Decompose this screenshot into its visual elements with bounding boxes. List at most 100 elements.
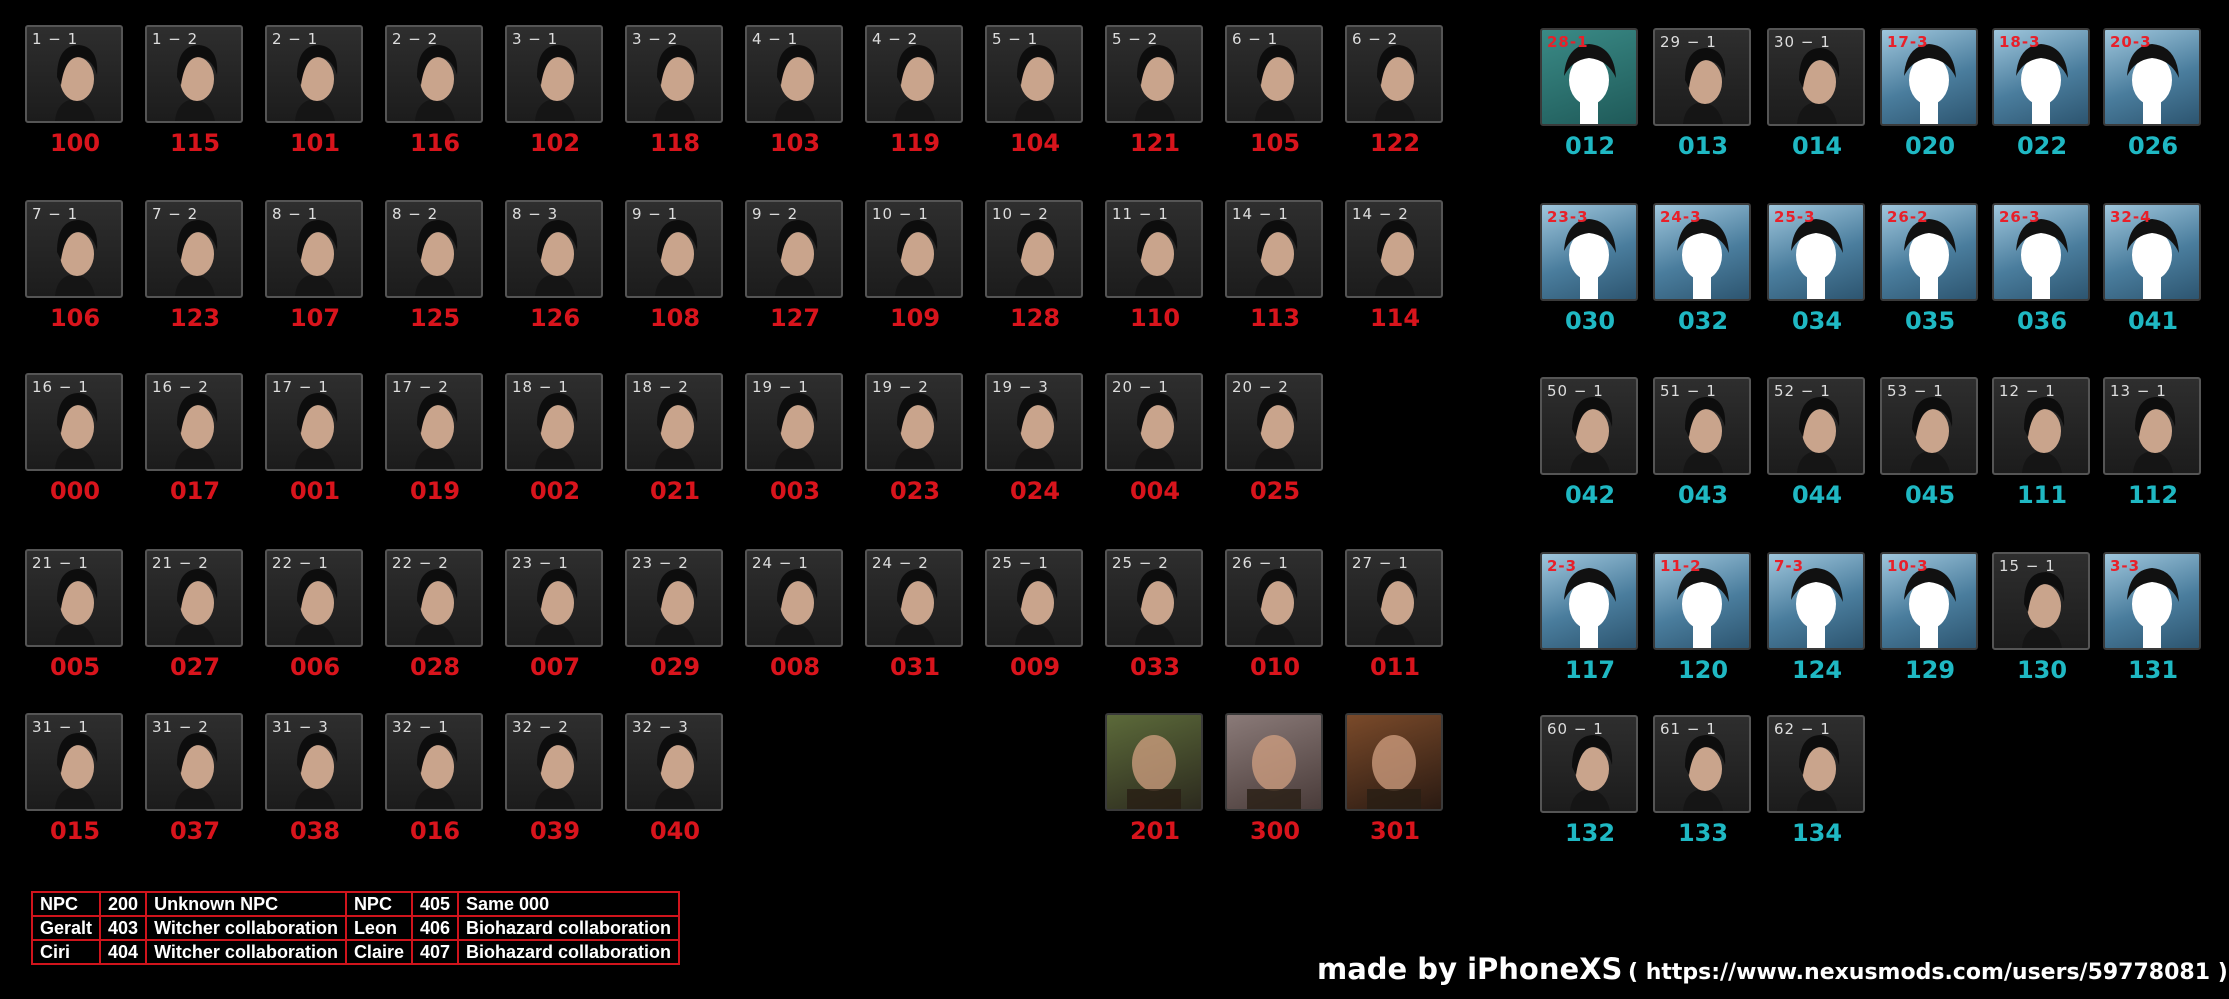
hairstyle-item: 3-3 131 — [2103, 552, 2203, 684]
hairstyle-thumbnail: 21 − 2 — [145, 549, 243, 647]
hairstyle-tag: 5 − 1 — [992, 30, 1039, 48]
hairstyle-code: 003 — [769, 477, 821, 505]
hairstyle-item: 25 − 1 009 — [985, 549, 1085, 681]
hairstyle-code: 121 — [1129, 129, 1181, 157]
table-row: Geralt 403 Witcher collaboration Leon 406 Bio… — [30, 915, 681, 941]
hairstyle-thumbnail: 26 − 1 — [1225, 549, 1323, 647]
hairstyle-item: 3 − 2 118 — [625, 25, 725, 157]
hairstyle-item: 6 − 1 105 — [1225, 25, 1325, 157]
hairstyle-thumbnail: 60 − 1 — [1540, 715, 1638, 813]
credit-author: made by iPhoneXS — [1317, 952, 1623, 986]
hairstyle-code: 006 — [289, 653, 341, 681]
hairstyle-code: 127 — [769, 304, 821, 332]
hairstyle-thumbnail: 6 − 2 — [1345, 25, 1443, 123]
table-cell: Biohazard collaboration — [457, 939, 681, 965]
hairstyle-code: 115 — [169, 129, 221, 157]
hairstyle-thumbnail: 32 − 1 — [385, 713, 483, 811]
hairstyle-tag: 12 − 1 — [1999, 382, 2056, 400]
hairstyle-tag: 20 − 2 — [1232, 378, 1289, 396]
hairstyle-code: 120 — [1677, 656, 1729, 684]
hairstyle-item: 18-3 022 — [1992, 28, 2092, 160]
hairstyle-item: 32 − 3 040 — [625, 713, 725, 845]
table-cell: 406 — [410, 915, 460, 941]
hairstyle-code: 103 — [769, 129, 821, 157]
hairstyle-item: 32-4 041 — [2103, 203, 2203, 335]
hairstyle-tag: 19 − 1 — [752, 378, 809, 396]
hairstyle-code: 012 — [1564, 132, 1616, 160]
hairstyle-item: 23 − 2 029 — [625, 549, 725, 681]
hairstyle-item: 300 — [1225, 713, 1325, 845]
hairstyle-item: 9 − 2 127 — [745, 200, 845, 332]
hairstyle-tag: 2 − 1 — [272, 30, 319, 48]
hairstyle-code: 044 — [1791, 481, 1843, 509]
hairstyle-thumbnail: 31 − 3 — [265, 713, 363, 811]
hairstyle-item: 10-3 129 — [1880, 552, 1980, 684]
hairstyle-code: 107 — [289, 304, 341, 332]
hairstyle-code: 039 — [529, 817, 581, 845]
hairstyle-code: 002 — [529, 477, 581, 505]
hairstyle-code: 132 — [1564, 819, 1616, 847]
hairstyle-tag: 15 − 1 — [1999, 557, 2056, 575]
hairstyle-thumbnail — [1345, 713, 1443, 811]
hairstyle-code: 026 — [2127, 132, 2179, 160]
hairstyle-tag: 10 − 2 — [992, 205, 1049, 223]
hairstyle-item: 4 − 1 103 — [745, 25, 845, 157]
hairstyle-code: 134 — [1791, 819, 1843, 847]
hairstyle-item: 18 − 2 021 — [625, 373, 725, 505]
hairstyle-tag: 17 − 1 — [272, 378, 329, 396]
hairstyle-thumbnail: 11 − 1 — [1105, 200, 1203, 298]
hairstyle-code: 113 — [1249, 304, 1301, 332]
hairstyle-item: 7-3 124 — [1767, 552, 1867, 684]
hairstyle-item: 201 — [1105, 713, 1205, 845]
hairstyle-item: 23 − 1 007 — [505, 549, 605, 681]
hairstyle-item: 20 − 1 004 — [1105, 373, 1205, 505]
hairstyle-thumbnail: 10 − 1 — [865, 200, 963, 298]
hairstyle-code: 010 — [1249, 653, 1301, 681]
hairstyle-thumbnail: 23-3 — [1540, 203, 1638, 301]
hairstyle-item: 13 − 1 112 — [2103, 377, 2203, 509]
table-cell: Unknown NPC — [145, 891, 347, 917]
hairstyle-tag: 10-3 — [1887, 557, 1929, 575]
hairstyle-tag: 21 − 2 — [152, 554, 209, 572]
hairstyle-code: 129 — [1904, 656, 1956, 684]
hairstyle-code: 133 — [1677, 819, 1729, 847]
hairstyle-item: 7 − 2 123 — [145, 200, 245, 332]
hairstyle-code: 038 — [289, 817, 341, 845]
hairstyle-item: 7 − 1 106 — [25, 200, 125, 332]
hairstyle-code: 112 — [2127, 481, 2179, 509]
hairstyle-tag: 29 − 1 — [1660, 33, 1717, 51]
hairstyle-item: 4 − 2 119 — [865, 25, 965, 157]
hairstyle-code: 029 — [649, 653, 701, 681]
table-cell: Leon — [344, 915, 413, 941]
hairstyle-tag: 1 − 1 — [32, 30, 79, 48]
hairstyle-item: 32 − 2 039 — [505, 713, 605, 845]
hairstyle-item: 25-3 034 — [1767, 203, 1867, 335]
hairstyle-item: 31 − 2 037 — [145, 713, 245, 845]
hairstyle-thumbnail: 3 − 1 — [505, 25, 603, 123]
hairstyle-item: 31 − 3 038 — [265, 713, 365, 845]
hairstyle-thumbnail: 20 − 2 — [1225, 373, 1323, 471]
id-reference-table: NPC 200 Unknown NPC NPC 405 Same 000 Geralt 403… — [30, 891, 681, 965]
hairstyle-tag: 16 − 2 — [152, 378, 209, 396]
hairstyle-code: 027 — [169, 653, 221, 681]
hairstyle-thumbnail: 24 − 1 — [745, 549, 843, 647]
hairstyle-tag: 7 − 1 — [32, 205, 79, 223]
hairstyle-item: 26-2 035 — [1880, 203, 1980, 335]
hairstyle-item: 52 − 1 044 — [1767, 377, 1867, 509]
hairstyle-thumbnail: 2-3 — [1540, 552, 1638, 650]
table-row: Ciri 404 Witcher collaboration Claire 407 Bio… — [30, 939, 681, 965]
hairstyle-code: 118 — [649, 129, 701, 157]
hairstyle-item: 50 − 1 042 — [1540, 377, 1640, 509]
hairstyle-thumbnail: 18 − 2 — [625, 373, 723, 471]
hairstyle-tag: 25 − 1 — [992, 554, 1049, 572]
hairstyle-tag: 22 − 1 — [272, 554, 329, 572]
hairstyle-thumbnail: 8 − 1 — [265, 200, 363, 298]
table-cell: Claire — [344, 939, 413, 965]
hairstyle-code: 021 — [649, 477, 701, 505]
hairstyle-thumbnail: 24 − 2 — [865, 549, 963, 647]
hairstyle-item: 51 − 1 043 — [1653, 377, 1753, 509]
hairstyle-item: 1 − 1 100 — [25, 25, 125, 157]
hairstyle-code: 041 — [2127, 307, 2179, 335]
hairstyle-tag: 9 − 2 — [752, 205, 799, 223]
hairstyle-code: 122 — [1369, 129, 1421, 157]
